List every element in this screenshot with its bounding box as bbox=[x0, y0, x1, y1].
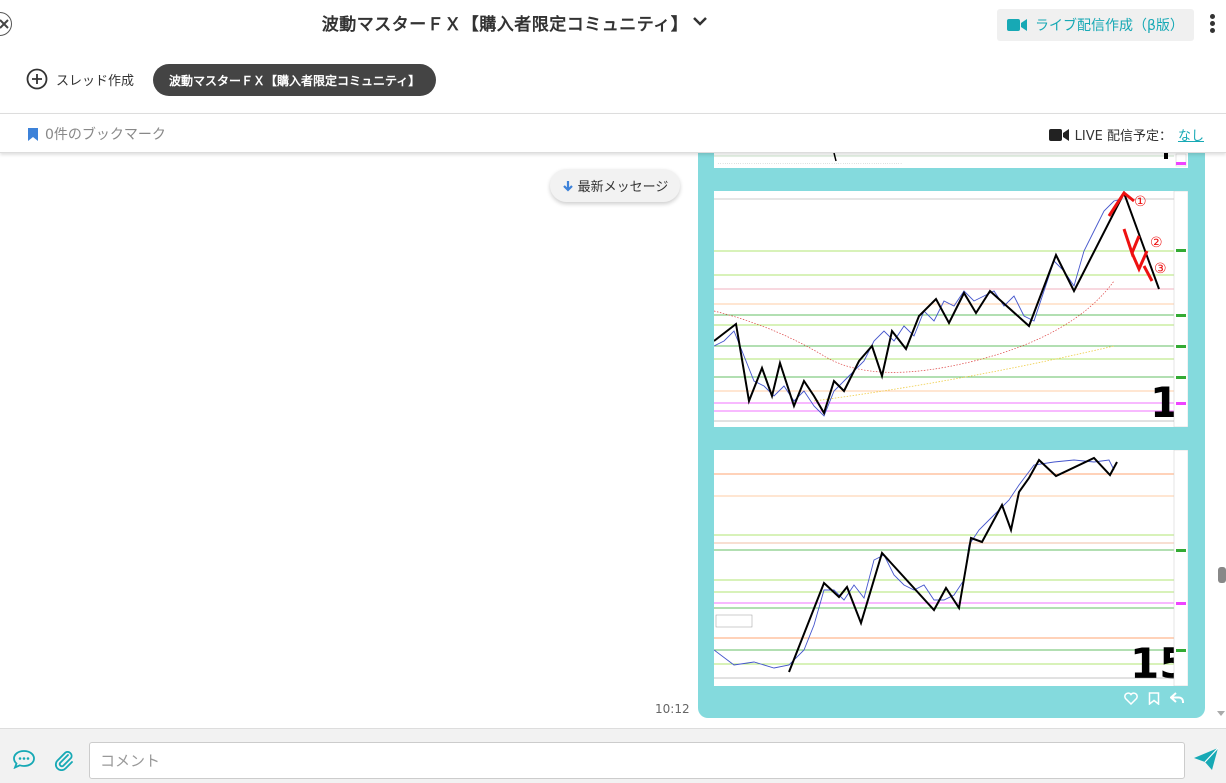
message-actions bbox=[1124, 692, 1184, 705]
paperclip-icon[interactable] bbox=[53, 749, 75, 771]
bookmark-icon bbox=[28, 127, 38, 141]
chart-image-2-graphic: 15 bbox=[714, 450, 1188, 686]
chart-image-1[interactable]: ① ② ③ 1 bbox=[714, 191, 1188, 427]
annotation-3: ③ bbox=[1154, 261, 1167, 277]
bookmark-icon[interactable] bbox=[1148, 692, 1160, 705]
scrollbar-thumb[interactable] bbox=[1218, 567, 1226, 583]
live-create-label: ライブ配信作成（β版） bbox=[1035, 18, 1184, 34]
live-schedule: LIVE 配信予定： なし bbox=[1048, 125, 1204, 144]
send-icon[interactable] bbox=[1192, 746, 1220, 772]
annotation-1: ① bbox=[1134, 194, 1147, 210]
chart-image-partial-graphic: . . . . . . . . . . . . . . . . . . . . … bbox=[714, 153, 1188, 168]
more-menu-icon[interactable] bbox=[1208, 14, 1216, 36]
video-camera-icon bbox=[1007, 19, 1027, 31]
page-title[interactable]: 波動マスターＦＸ【購入者限定コミュニティ】 bbox=[322, 15, 688, 35]
header: 波動マスターＦＸ【購入者限定コミュニティ】 ライブ配信作成（β版） bbox=[0, 0, 1226, 52]
svg-text:. . . . . . . . . . . . . . .: . . . . . . . . . . . . . . . . . . . . … bbox=[718, 161, 902, 165]
latest-message-label: 最新メッセージ bbox=[577, 180, 669, 195]
chevron-down-icon[interactable] bbox=[692, 16, 708, 28]
arrow-down-icon bbox=[562, 180, 573, 192]
live-create-button[interactable]: ライブ配信作成（β版） bbox=[997, 9, 1194, 41]
plus-circle-icon bbox=[26, 68, 48, 90]
composer bbox=[0, 728, 1226, 783]
live-schedule-link[interactable]: なし bbox=[1178, 125, 1204, 144]
thread-create-label: スレッド作成 bbox=[56, 73, 135, 89]
chart-image-1-graphic: ① ② ③ 1 bbox=[714, 191, 1188, 427]
page-title-wrap: 波動マスターＦＸ【購入者限定コミュニティ】 bbox=[0, 10, 1010, 35]
thread-tab-active[interactable]: 波動マスターＦＸ【購入者限定コミュニティ】 bbox=[153, 64, 437, 96]
chat-bubble-icon[interactable] bbox=[12, 749, 36, 769]
bookmark-button[interactable]: 0件のブックマーク bbox=[28, 124, 166, 144]
reply-icon[interactable] bbox=[1170, 692, 1184, 704]
chart-image-partial[interactable]: . . . . . . . . . . . . . . . . . . . . … bbox=[714, 153, 1188, 168]
annotation-2: ② bbox=[1150, 235, 1163, 251]
latest-message-button[interactable]: 最新メッセージ bbox=[550, 169, 680, 202]
bookmark-bar: 0件のブックマーク LIVE 配信予定： なし bbox=[0, 113, 1226, 153]
thread-row: スレッド作成 波動マスターＦＸ【購入者限定コミュニティ】 bbox=[0, 56, 1226, 108]
live-schedule-label: LIVE 配信予定： bbox=[1074, 129, 1172, 144]
heart-icon[interactable] bbox=[1124, 692, 1138, 705]
chart-image-2[interactable]: 15 bbox=[714, 450, 1188, 686]
scroll-down-arrow-icon[interactable] bbox=[1217, 711, 1225, 716]
message-timestamp: 10:12 bbox=[655, 702, 690, 716]
video-camera-icon bbox=[1048, 128, 1069, 141]
bookmark-label: 0件のブックマーク bbox=[45, 127, 166, 143]
comment-input[interactable] bbox=[89, 742, 1185, 779]
thread-create-button[interactable]: スレッド作成 bbox=[26, 68, 134, 90]
